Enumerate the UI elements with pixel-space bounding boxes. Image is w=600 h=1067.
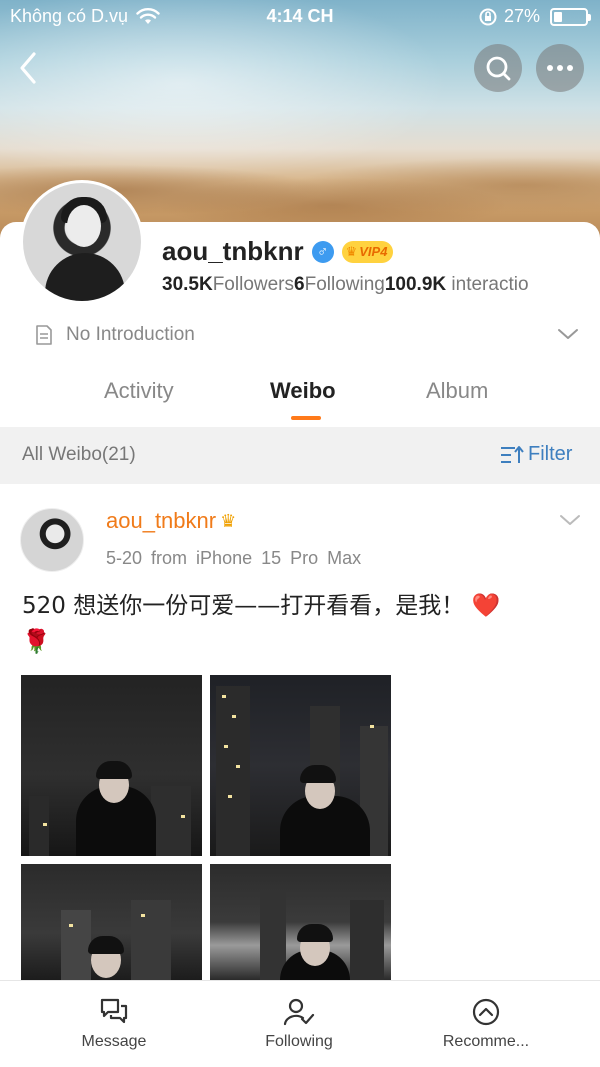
search-button[interactable] — [474, 44, 522, 92]
recommend-icon — [472, 998, 500, 1026]
profile-intro[interactable]: No Introduction — [34, 324, 195, 346]
following-button[interactable]: Following — [229, 997, 369, 1051]
followers-label[interactable]: Followers — [213, 274, 294, 295]
post-meta: 5-20 from iPhone 15 Pro Max — [106, 548, 361, 569]
filter-button[interactable]: Filter — [500, 443, 572, 466]
post-image-2[interactable] — [210, 675, 391, 856]
document-icon — [36, 325, 52, 345]
status-bar: Không có D.vụ 4:14 CH 27% — [0, 0, 600, 34]
back-button[interactable] — [14, 48, 44, 88]
weibo-post[interactable]: aou_tnbknr ♛ 5-20 from iPhone 15 Pro Max… — [0, 484, 600, 984]
followers-count[interactable]: 30.5K — [162, 274, 213, 295]
post-author-avatar[interactable] — [20, 508, 84, 572]
profile-username: aou_tnbknr — [162, 236, 304, 266]
tab-album[interactable]: Album — [426, 378, 488, 404]
profile-tabs: Activity Weibo Album — [0, 372, 600, 424]
weibo-filter-bar: All Weibo(21) Filter — [0, 427, 600, 484]
all-weibo-label[interactable]: All Weibo(21) — [22, 444, 136, 466]
bottom-action-bar: Message Following Recomme... — [0, 980, 600, 1067]
post-author-name[interactable]: aou_tnbknr — [106, 508, 216, 534]
interactions-label: interactio — [451, 274, 529, 295]
chevron-left-icon — [20, 52, 36, 84]
post-body: 520 想送你一份可爱——打开看看，是我！ — [22, 593, 465, 619]
following-bottom-label: Following — [265, 1033, 333, 1050]
message-button[interactable]: Message — [44, 997, 184, 1051]
more-button[interactable] — [536, 44, 584, 92]
rose-emoji: 🌹 — [22, 629, 51, 655]
expand-intro-button[interactable] — [556, 326, 580, 347]
crown-icon: ♛ — [345, 243, 358, 259]
following-label[interactable]: Following — [305, 274, 385, 295]
recommend-button[interactable]: Recomme... — [416, 997, 556, 1051]
post-options-button[interactable] — [558, 512, 582, 533]
profile-avatar[interactable] — [20, 180, 144, 304]
profile-stats: 30.5KFollowers6Following100.9K interacti… — [162, 274, 600, 296]
message-icon — [100, 998, 128, 1024]
recommend-label: Recomme... — [442, 1033, 530, 1050]
search-icon — [486, 56, 511, 81]
filter-icon — [501, 445, 524, 463]
orientation-lock-icon — [479, 8, 497, 25]
vip-badge[interactable]: ♛ VIP4 — [341, 240, 394, 263]
following-count[interactable]: 6 — [294, 274, 305, 295]
tab-activity[interactable]: Activity — [104, 378, 174, 404]
post-author-row[interactable]: aou_tnbknr ♛ — [106, 508, 236, 534]
post-source: from iPhone 15 Pro Max — [151, 548, 362, 568]
tab-weibo[interactable]: Weibo — [270, 378, 336, 404]
crown-icon: ♛ — [220, 510, 237, 531]
post-date: 5-20 — [106, 548, 143, 568]
profile-username-row: aou_tnbknr ♂ ♛ VIP4 — [162, 236, 394, 267]
male-icon: ♂ — [311, 240, 334, 263]
more-dots-icon — [547, 65, 573, 71]
post-image-3[interactable] — [21, 864, 202, 980]
post-image-1[interactable] — [21, 675, 202, 856]
active-tab-indicator — [291, 416, 321, 420]
battery-icon — [550, 7, 591, 26]
filter-label: Filter — [528, 443, 573, 465]
vip-label: VIP4 — [359, 244, 388, 259]
following-icon — [283, 998, 315, 1026]
heart-emoji: ❤️ — [471, 593, 501, 619]
battery-percent: 27% — [503, 6, 540, 26]
post-text: 520 想送你一份可爱——打开看看，是我！ ❤️ 🌹 — [22, 588, 582, 660]
chevron-down-icon — [558, 329, 578, 339]
post-image-4[interactable] — [210, 864, 391, 980]
intro-text: No Introduction — [66, 324, 195, 345]
interactions-count: 100.9K — [384, 274, 447, 295]
battery-level — [554, 11, 563, 22]
chevron-down-icon — [560, 515, 580, 525]
message-label: Message — [81, 1033, 147, 1050]
